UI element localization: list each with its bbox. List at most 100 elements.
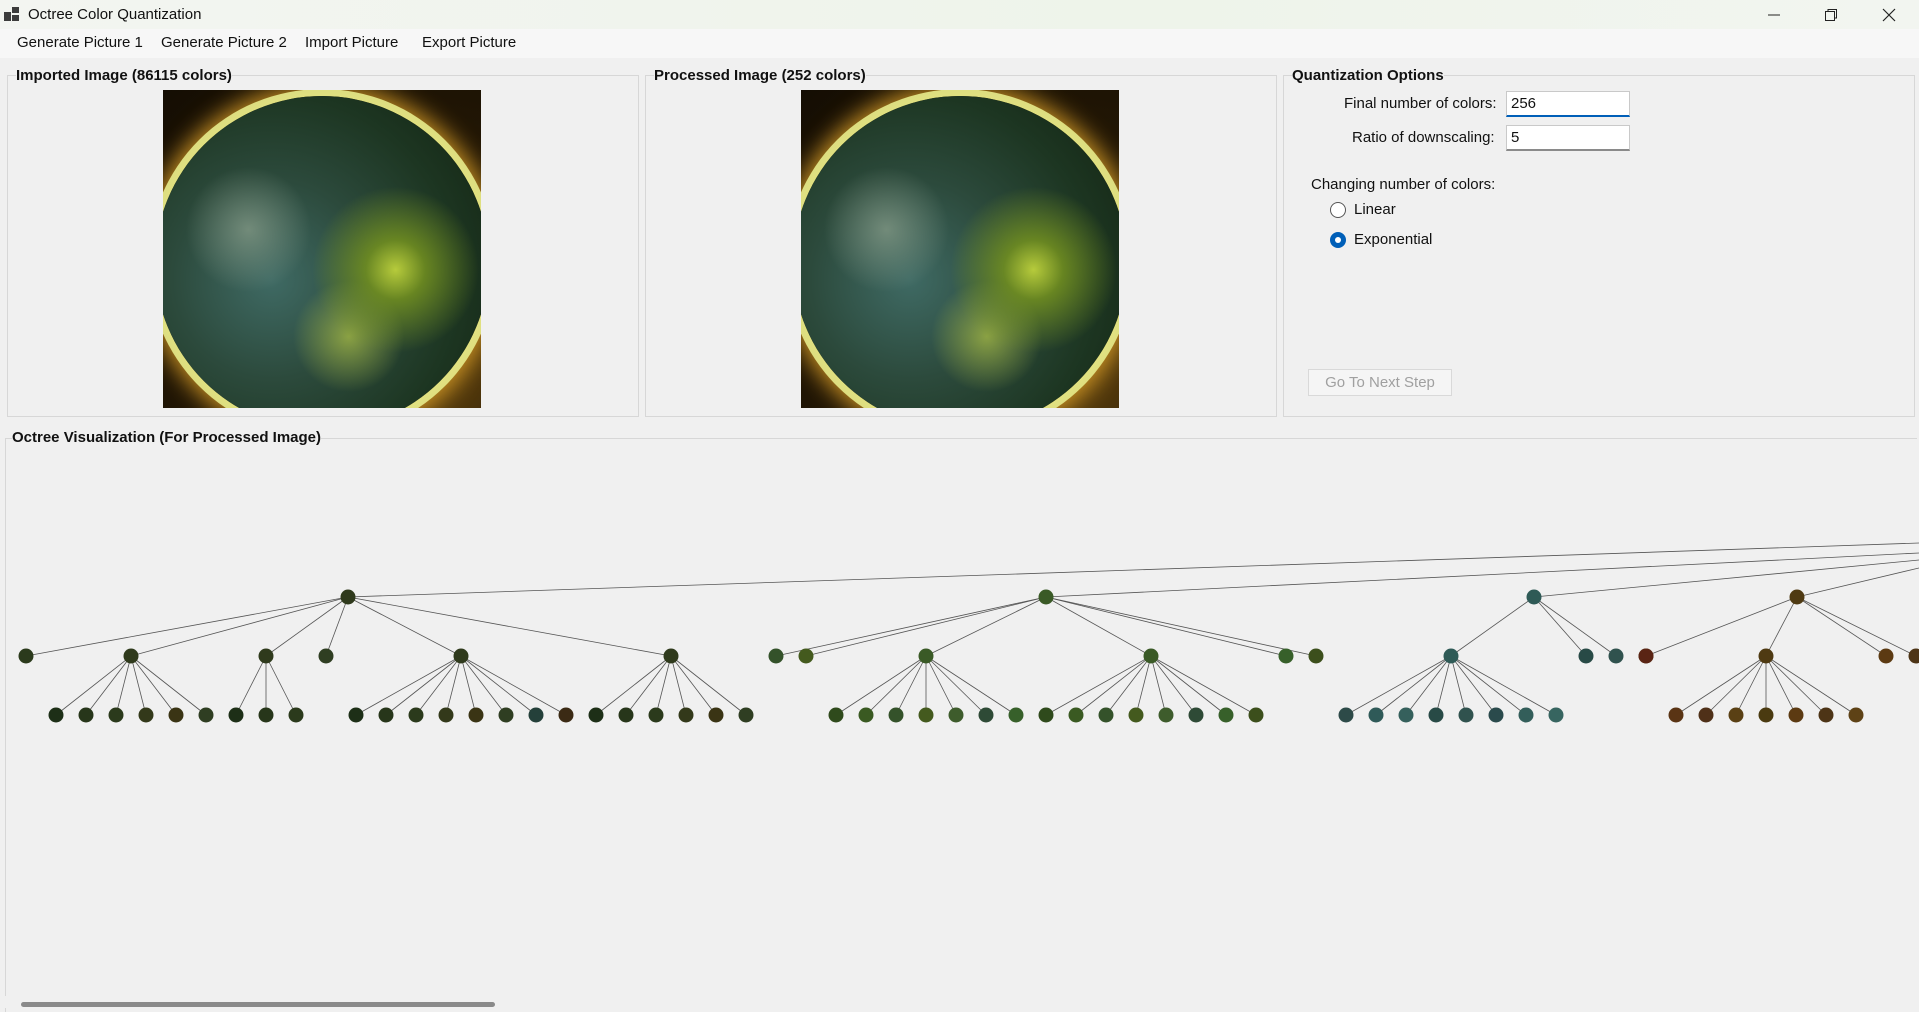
tree-node[interactable] <box>918 648 934 664</box>
tree-node[interactable] <box>1848 707 1864 723</box>
tree-node[interactable] <box>1908 648 1919 664</box>
tree-edge <box>1375 655 1452 716</box>
tree-node[interactable] <box>340 589 356 605</box>
tree-node[interactable] <box>18 648 34 664</box>
tree-node[interactable] <box>1788 707 1804 723</box>
tree-node[interactable] <box>348 707 364 723</box>
tree-node[interactable] <box>1008 707 1024 723</box>
scrollbar-thumb[interactable] <box>21 1002 495 1007</box>
tree-node[interactable] <box>108 707 124 723</box>
tree-node[interactable] <box>288 707 304 723</box>
tree-node[interactable] <box>48 707 64 723</box>
tree-edge <box>1796 596 1917 657</box>
tree-node[interactable] <box>1578 648 1594 664</box>
tree-node[interactable] <box>1758 648 1774 664</box>
tree-node[interactable] <box>1338 707 1354 723</box>
tree-node[interactable] <box>1128 707 1144 723</box>
tree-node[interactable] <box>438 707 454 723</box>
tree-node[interactable] <box>1308 648 1324 664</box>
tree-edge <box>1345 655 1452 716</box>
tree-node[interactable] <box>1098 707 1114 723</box>
tree-node[interactable] <box>1488 707 1504 723</box>
tree-node[interactable] <box>1878 648 1894 664</box>
tree-node[interactable] <box>1398 707 1414 723</box>
tree-node[interactable] <box>453 648 469 664</box>
tree-edge <box>1450 655 1527 716</box>
tree-node[interactable] <box>1443 648 1459 664</box>
tree-edge <box>235 655 267 716</box>
tree-node[interactable] <box>258 707 274 723</box>
tree-node[interactable] <box>828 707 844 723</box>
tree-node[interactable] <box>138 707 154 723</box>
tree-node[interactable] <box>1143 648 1159 664</box>
tree-node[interactable] <box>918 707 934 723</box>
tree-node[interactable] <box>1428 707 1444 723</box>
tree-edge <box>805 596 1047 657</box>
tree-edge <box>1150 655 1227 716</box>
tree-node[interactable] <box>1218 707 1234 723</box>
tree-node[interactable] <box>1548 707 1564 723</box>
tree-node[interactable] <box>648 707 664 723</box>
tree-edge <box>115 655 132 716</box>
tree-edge <box>835 655 927 716</box>
tree-node[interactable] <box>1188 707 1204 723</box>
tree-node[interactable] <box>318 648 334 664</box>
tree-node[interactable] <box>1368 707 1384 723</box>
tree-node[interactable] <box>1698 707 1714 723</box>
tree-node[interactable] <box>378 707 394 723</box>
tree-node[interactable] <box>1518 707 1534 723</box>
tree-node[interactable] <box>123 648 139 664</box>
tree-node[interactable] <box>1608 648 1624 664</box>
tree-node[interactable] <box>498 707 514 723</box>
tree-node[interactable] <box>588 707 604 723</box>
tree-edge <box>460 655 537 716</box>
tree-node[interactable] <box>168 707 184 723</box>
tree-node[interactable] <box>1068 707 1084 723</box>
tree-node[interactable] <box>558 707 574 723</box>
tree-node[interactable] <box>978 707 994 723</box>
tree-node[interactable] <box>618 707 634 723</box>
tree-node[interactable] <box>858 707 874 723</box>
tree-node[interactable] <box>258 648 274 664</box>
tree-node[interactable] <box>738 707 754 723</box>
tree-node[interactable] <box>768 648 784 664</box>
tree-node[interactable] <box>678 707 694 723</box>
tree-node[interactable] <box>528 707 544 723</box>
tree-edge <box>130 655 147 716</box>
tree-node[interactable] <box>1278 648 1294 664</box>
tree-edge <box>925 655 1017 716</box>
tree-node[interactable] <box>1638 648 1654 664</box>
tree-node[interactable] <box>888 707 904 723</box>
tree-node[interactable] <box>228 707 244 723</box>
tree-node[interactable] <box>1458 707 1474 723</box>
tree-node[interactable] <box>1158 707 1174 723</box>
tree-node[interactable] <box>1758 707 1774 723</box>
tree-node[interactable] <box>1728 707 1744 723</box>
tree-edge <box>925 655 987 716</box>
tree-edge <box>1450 655 1467 716</box>
tree-node[interactable] <box>1248 707 1264 723</box>
tree-node[interactable] <box>798 648 814 664</box>
tree-node[interactable] <box>708 707 724 723</box>
tree-edge <box>265 655 297 716</box>
tree-node[interactable] <box>663 648 679 664</box>
tree-edge <box>460 655 567 716</box>
tree-node[interactable] <box>408 707 424 723</box>
tree-edge <box>1045 552 1919 598</box>
tree-node[interactable] <box>1038 589 1054 605</box>
tree-node[interactable] <box>78 707 94 723</box>
tree-edge <box>1705 655 1767 716</box>
tree-edge <box>445 655 462 716</box>
tree-node[interactable] <box>948 707 964 723</box>
tree-node[interactable] <box>1526 589 1542 605</box>
tree-edge <box>1765 655 1827 716</box>
tree-node[interactable] <box>198 707 214 723</box>
tree-edge <box>775 596 1047 657</box>
tree-node[interactable] <box>1668 707 1684 723</box>
tree-edge <box>130 596 349 657</box>
tree-node[interactable] <box>1789 589 1805 605</box>
tree-node[interactable] <box>1818 707 1834 723</box>
tree-node[interactable] <box>1038 707 1054 723</box>
tree-edge <box>347 596 462 657</box>
tree-node[interactable] <box>468 707 484 723</box>
